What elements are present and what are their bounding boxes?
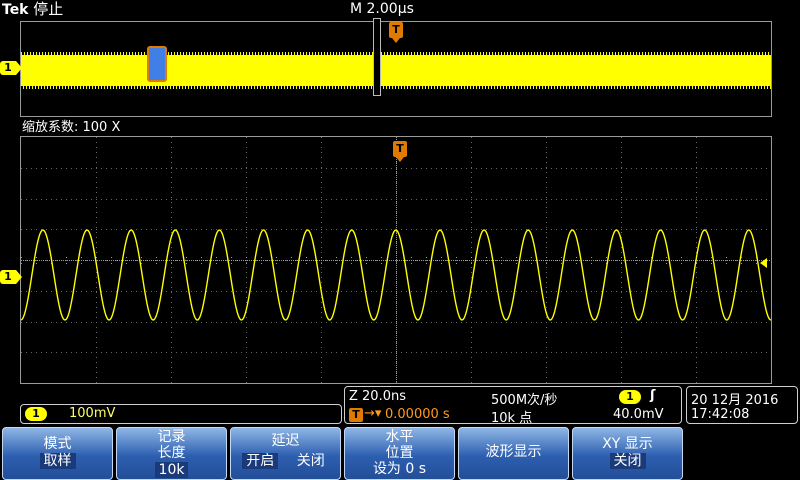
trigger-position-icon: T — [349, 408, 363, 422]
channel-1-badge: 1 — [25, 407, 47, 421]
trigger-level: 40.0mV — [613, 407, 664, 422]
brand-status: Tek 停止 — [2, 0, 63, 18]
xy-display-softkey[interactable]: XY 显示 关闭 — [572, 427, 683, 480]
xy-display-title: XY 显示 — [602, 436, 653, 452]
record-length-title-2: 长度 — [157, 445, 186, 461]
record-length-softkey[interactable]: 记录 长度 10k — [116, 427, 227, 480]
record-points: 10k 点 — [491, 411, 533, 426]
overview-trigger-marker[interactable]: T — [389, 22, 403, 43]
date: 20 12月 2016 — [691, 393, 779, 408]
acquisition-readout: Z 20.0ns 500M次/秒 1 ʃ T →▾ 0.00000 s 10k … — [344, 386, 682, 426]
arrow-right-icon: →▾ — [364, 406, 382, 421]
run-state: 停止 — [33, 0, 64, 18]
zoom-trigger-marker[interactable]: T — [393, 141, 407, 162]
time: 17:42:08 — [691, 407, 750, 422]
sample-rate: 500M次/秒 — [491, 393, 558, 408]
mode-softkey[interactable]: 模式 取样 — [2, 427, 113, 480]
xy-display-value: 关闭 — [609, 453, 646, 469]
trigger-source-badge: 1 — [619, 390, 641, 404]
waveform-svg — [21, 137, 771, 383]
rising-edge-icon: ʃ — [650, 388, 656, 403]
record-length-title-1: 记录 — [157, 429, 186, 445]
mode-title: 模式 — [43, 436, 72, 452]
date-time-readout: 20 12月 2016 17:42:08 — [686, 386, 798, 424]
waveform-display-title: 波形显示 — [485, 444, 542, 460]
record-length-value: 10k — [154, 462, 189, 478]
delay-softkey[interactable]: 延迟 开启 关闭 — [230, 427, 341, 480]
zoom-time-per-div: Z 20.0ns — [349, 389, 406, 404]
delay-on-option[interactable]: 开启 — [242, 453, 279, 469]
horizontal-position-title-1: 水平 — [385, 429, 414, 445]
channel-1-volts-per-div: 100mV — [69, 406, 116, 421]
brand-logo: Tek — [2, 2, 29, 18]
channel-scale-readout[interactable]: 1 100mV — [20, 404, 342, 424]
horizontal-position-value: 设为 0 s — [372, 461, 427, 477]
horizontal-position-softkey[interactable]: 水平 位置 设为 0 s — [344, 427, 455, 480]
delay-off-option[interactable]: 关闭 — [293, 453, 329, 469]
trigger-position: 0.00000 s — [385, 407, 450, 422]
horizontal-position-title-2: 位置 — [385, 445, 414, 461]
waveform-display-softkey[interactable]: 波形显示 — [458, 427, 569, 480]
overview-trace — [21, 52, 771, 89]
mode-value: 取样 — [39, 453, 76, 469]
trigger-level-marker — [760, 258, 767, 268]
zoom-channel-1-marker[interactable]: 1 — [0, 270, 22, 284]
overview-trigger-window — [373, 18, 381, 96]
zoom-factor-label: 缩放系数: 100 X — [22, 120, 121, 135]
timebase-readout: M 2.00µs — [350, 1, 414, 17]
delay-title: 延迟 — [271, 433, 300, 449]
zoom-waveform-plot — [20, 136, 772, 384]
zoom-box-cursor[interactable] — [147, 46, 167, 82]
overview-channel-1-marker[interactable]: 1 — [0, 61, 22, 75]
